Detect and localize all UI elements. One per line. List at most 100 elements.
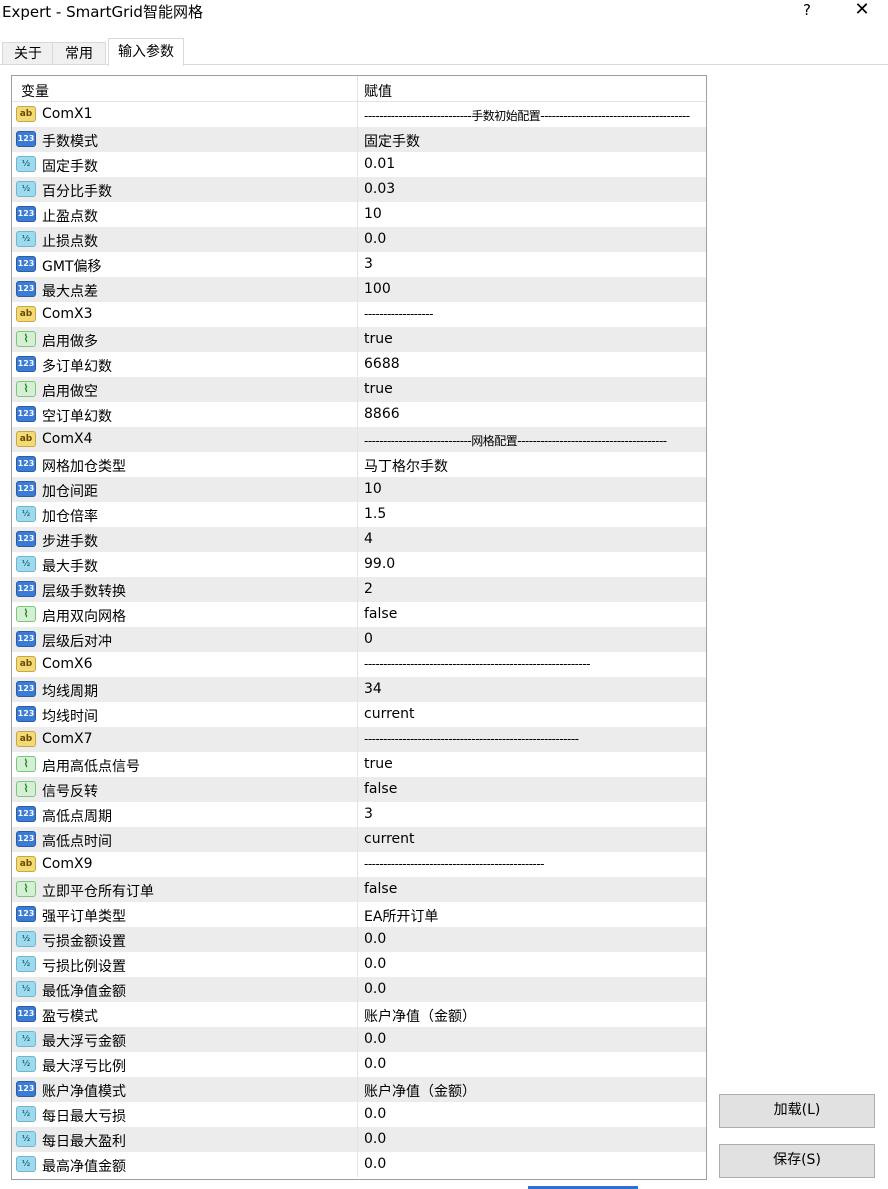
save-button[interactable]: 保存(S) xyxy=(719,1144,875,1178)
parameter-value[interactable]: 2 xyxy=(364,581,700,597)
tab-common[interactable]: 常用 xyxy=(52,42,106,65)
parameter-value[interactable]: false xyxy=(364,781,700,797)
table-row[interactable]: ½ 止损点数 0.0 xyxy=(12,227,706,252)
table-row[interactable]: ½ 加仓倍率 1.5 xyxy=(12,502,706,527)
parameter-value[interactable]: ----------------------------网格配置--------… xyxy=(364,432,700,449)
table-row[interactable]: ab ComX3 ------------------ xyxy=(12,302,706,327)
table-row[interactable]: ½ 固定手数 0.01 xyxy=(12,152,706,177)
parameter-name: 高低点时间 xyxy=(42,834,112,850)
table-row[interactable]: 123 均线时间 current xyxy=(12,702,706,727)
column-header-variable[interactable]: 变量 xyxy=(21,81,49,101)
parameter-value[interactable]: 0.01 xyxy=(364,156,700,172)
parameter-value[interactable]: false xyxy=(364,606,700,622)
parameter-value[interactable]: current xyxy=(364,831,700,847)
table-row[interactable]: 123 加仓间距 10 xyxy=(12,477,706,502)
parameter-value[interactable]: 8866 xyxy=(364,406,700,422)
load-button[interactable]: 加载(L) xyxy=(719,1094,875,1128)
parameter-value[interactable]: 3 xyxy=(364,806,700,822)
table-row[interactable]: 123 GMT偏移 3 xyxy=(12,252,706,277)
table-row[interactable]: 123 强平订单类型 EA所开订单 xyxy=(12,902,706,927)
column-divider[interactable] xyxy=(357,76,358,101)
cell-divider xyxy=(357,452,358,477)
column-header-value[interactable]: 赋值 xyxy=(364,81,392,101)
table-row[interactable]: ab ComX6 ---------------------------------… xyxy=(12,652,706,677)
parameter-value[interactable]: 0.0 xyxy=(364,1131,700,1147)
table-row[interactable]: ½ 最低净值金额 0.0 xyxy=(12,977,706,1002)
parameter-value[interactable]: 99.0 xyxy=(364,556,700,572)
parameter-value[interactable]: ----------------------------------------… xyxy=(364,732,700,746)
parameter-value[interactable]: 马丁格尔手数 xyxy=(364,456,700,476)
parameter-value[interactable]: ----------------------------------------… xyxy=(364,657,700,671)
table-row[interactable]: ⌇ 立即平仓所有订单 false xyxy=(12,877,706,902)
parameter-value[interactable]: ----------------------------手数初始配置------… xyxy=(364,107,700,124)
table-row[interactable]: 123 层级手数转换 2 xyxy=(12,577,706,602)
table-row[interactable]: ab ComX7 ---------------------------------… xyxy=(12,727,706,752)
parameter-value[interactable]: 0.0 xyxy=(364,1056,700,1072)
parameter-value[interactable]: 0.0 xyxy=(364,981,700,997)
table-row[interactable]: 123 网格加仓类型 马丁格尔手数 xyxy=(12,452,706,477)
table-row[interactable]: ½ 亏损比例设置 0.0 xyxy=(12,952,706,977)
table-row[interactable]: ½ 百分比手数 0.03 xyxy=(12,177,706,202)
table-row[interactable]: ½ 每日最大盈利 0.0 xyxy=(12,1127,706,1152)
table-row[interactable]: ½ 亏损金额设置 0.0 xyxy=(12,927,706,952)
table-row[interactable]: ⌇ 启用双向网格 false xyxy=(12,602,706,627)
table-row[interactable]: 123 最大点差 100 xyxy=(12,277,706,302)
table-row[interactable]: ½ 最大浮亏比例 0.0 xyxy=(12,1052,706,1077)
parameter-value[interactable]: 0.0 xyxy=(364,1106,700,1122)
table-row[interactable]: ⌇ 信号反转 false xyxy=(12,777,706,802)
parameter-value[interactable]: 0.0 xyxy=(364,956,700,972)
table-row[interactable]: 123 止盈点数 10 xyxy=(12,202,706,227)
parameter-value[interactable]: 0.0 xyxy=(364,931,700,947)
table-row[interactable]: ab ComX1 ----------------------------手数初始配… xyxy=(12,102,706,127)
table-row[interactable]: ½ 最大浮亏金额 0.0 xyxy=(12,1027,706,1052)
parameter-value[interactable]: 6688 xyxy=(364,356,700,372)
table-row[interactable]: ½ 每日最大亏损 0.0 xyxy=(12,1102,706,1127)
parameter-value[interactable]: 34 xyxy=(364,681,700,697)
table-row[interactable]: 123 多订单幻数 6688 xyxy=(12,352,706,377)
table-row[interactable]: ⌇ 启用高低点信号 true xyxy=(12,752,706,777)
parameter-value[interactable]: 0.0 xyxy=(364,1156,700,1172)
parameter-value[interactable]: 0.03 xyxy=(364,181,700,197)
parameter-value[interactable]: 账户净值（金额） xyxy=(364,1081,700,1101)
parameter-value[interactable]: 0 xyxy=(364,631,700,647)
parameter-value[interactable]: 10 xyxy=(364,206,700,222)
table-row[interactable]: ab ComX4 ----------------------------网格配置-… xyxy=(12,427,706,452)
parameter-value[interactable]: 0.0 xyxy=(364,1031,700,1047)
table-row[interactable]: ½ 最大手数 99.0 xyxy=(12,552,706,577)
table-row[interactable]: 123 空订单幻数 8866 xyxy=(12,402,706,427)
parameter-value[interactable]: 4 xyxy=(364,531,700,547)
parameter-value[interactable]: true xyxy=(364,756,700,772)
help-button[interactable]: ? xyxy=(796,0,818,22)
close-icon[interactable]: ✕ xyxy=(850,0,874,22)
parameter-value[interactable]: current xyxy=(364,706,700,722)
parameter-value[interactable]: true xyxy=(364,331,700,347)
tab-inputs[interactable]: 输入参数 xyxy=(108,38,184,66)
tab-about[interactable]: 关于 xyxy=(2,42,54,65)
table-row[interactable]: 123 高低点时间 current xyxy=(12,827,706,852)
table-row[interactable]: ⌇ 启用做多 true xyxy=(12,327,706,352)
parameter-value[interactable]: 固定手数 xyxy=(364,131,700,151)
table-row[interactable]: 123 均线周期 34 xyxy=(12,677,706,702)
parameter-value[interactable]: 3 xyxy=(364,256,700,272)
parameter-value[interactable]: true xyxy=(364,381,700,397)
parameter-value[interactable]: 10 xyxy=(364,481,700,497)
table-row[interactable]: 123 账户净值模式 账户净值（金额） xyxy=(12,1077,706,1102)
parameter-value[interactable]: 账户净值（金额） xyxy=(364,1006,700,1026)
table-row[interactable]: 123 层级后对冲 0 xyxy=(12,627,706,652)
parameter-value[interactable]: 100 xyxy=(364,281,700,297)
table-row[interactable]: ½ 最高净值金额 0.0 xyxy=(12,1152,706,1177)
table-row[interactable]: 123 手数模式 固定手数 xyxy=(12,127,706,152)
table-row[interactable]: ⌇ 启用做空 true xyxy=(12,377,706,402)
table-row[interactable]: 123 盈亏模式 账户净值（金额） xyxy=(12,1002,706,1027)
string-type-icon: ab xyxy=(16,306,36,322)
parameter-value[interactable]: 1.5 xyxy=(364,506,700,522)
parameter-value[interactable]: false xyxy=(364,881,700,897)
parameter-value[interactable]: ------------------ xyxy=(364,307,700,321)
table-row[interactable]: 123 步进手数 4 xyxy=(12,527,706,552)
parameter-value[interactable]: ----------------------------------------… xyxy=(364,857,700,871)
table-row[interactable]: ab ComX9 ---------------------------------… xyxy=(12,852,706,877)
parameter-name: GMT偏移 xyxy=(42,259,102,275)
parameter-value[interactable]: 0.0 xyxy=(364,231,700,247)
table-row[interactable]: 123 高低点周期 3 xyxy=(12,802,706,827)
parameter-value[interactable]: EA所开订单 xyxy=(364,906,700,926)
